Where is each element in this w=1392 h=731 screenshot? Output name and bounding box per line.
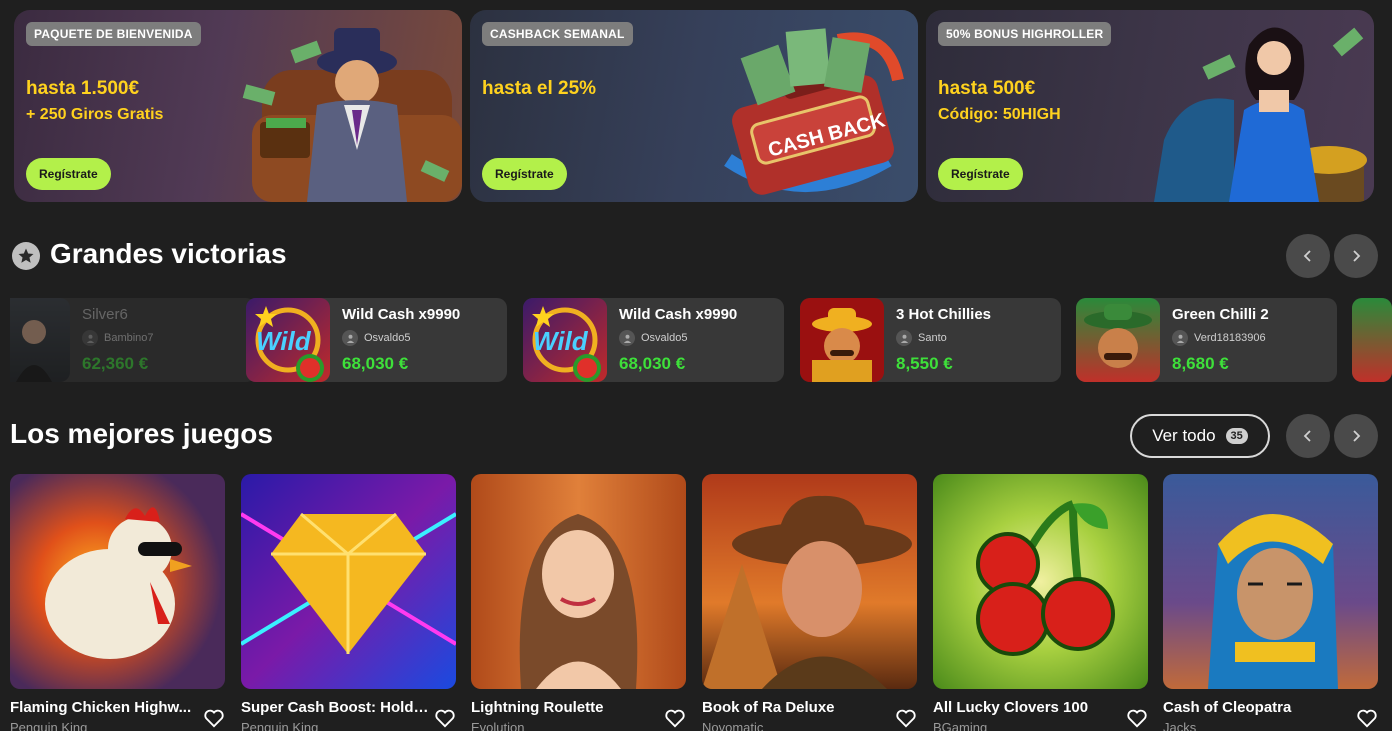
heart-icon[interactable] bbox=[1356, 708, 1378, 728]
game-image bbox=[702, 474, 917, 689]
promo-highroller[interactable]: 50% BONUS HIGHROLLER hasta 500€ Código: … bbox=[926, 10, 1374, 202]
promo-tag: PAQUETE DE BIENVENIDA bbox=[26, 22, 201, 46]
section-title-top-games: Los mejores juegos bbox=[10, 418, 273, 449]
lady-illustration bbox=[1154, 27, 1367, 202]
promo-banners: PAQUETE DE BIENVENIDA hasta 1.500€ + 250… bbox=[14, 10, 1374, 202]
chevron-right-icon bbox=[1353, 250, 1361, 262]
win-game-name: Silver6 bbox=[82, 306, 128, 323]
win-card[interactable]: Wild Wild Cash x9990 Osvaldo5 68,030 € bbox=[523, 298, 784, 382]
user-icon bbox=[82, 330, 98, 346]
game-provider: Evolution bbox=[471, 720, 525, 731]
user-icon bbox=[1172, 330, 1188, 346]
top-games-grid: Flaming Chicken Highw... Penguin King Su… bbox=[10, 474, 1392, 731]
promo-subline: Código: 50HIGH bbox=[938, 106, 1061, 123]
game-title: All Lucky Clovers 100 bbox=[933, 699, 1089, 716]
win-amount: 8,550 € bbox=[896, 354, 953, 373]
game-image bbox=[471, 474, 686, 689]
heart-icon[interactable] bbox=[895, 708, 917, 728]
wins-prev-button[interactable] bbox=[1286, 234, 1330, 278]
promo-headline: hasta el 25% bbox=[482, 78, 597, 99]
win-amount: 68,030 € bbox=[619, 354, 686, 373]
win-card-partial[interactable] bbox=[1352, 298, 1392, 382]
svg-text:Wild: Wild bbox=[533, 326, 589, 356]
win-card[interactable]: Wild Wild Cash x9990 Osvaldo5 68,030 € bbox=[246, 298, 507, 382]
games-count-badge: 35 bbox=[1225, 428, 1248, 444]
section-title-big-wins: Grandes victorias bbox=[50, 238, 287, 269]
win-amount: 8,680 € bbox=[1172, 354, 1229, 373]
win-amount: 62,360 € bbox=[82, 354, 149, 373]
game-title: Flaming Chicken Highw... bbox=[10, 699, 192, 716]
game-title: Book of Ra Deluxe bbox=[702, 699, 835, 716]
game-card[interactable]: Lightning Roulette Evolution bbox=[471, 474, 686, 731]
heart-icon[interactable] bbox=[434, 708, 456, 728]
game-provider: BGaming bbox=[933, 720, 988, 731]
win-username: Santo bbox=[918, 332, 947, 344]
promo-welcome[interactable]: PAQUETE DE BIENVENIDA hasta 1.500€ + 250… bbox=[14, 10, 462, 202]
win-amount: 68,030 € bbox=[342, 354, 409, 373]
game-provider: Novomatic bbox=[702, 720, 764, 731]
win-username: Verd18183906 bbox=[1194, 332, 1266, 344]
promo-headline: hasta 500€ bbox=[938, 78, 1036, 99]
game-thumbnail: Wild bbox=[246, 298, 330, 382]
game-provider: Penguin King bbox=[241, 720, 319, 731]
promo-headline: hasta 1.500€ bbox=[26, 78, 140, 99]
game-title: Lightning Roulette bbox=[471, 699, 604, 716]
mobster-illustration bbox=[242, 28, 462, 202]
game-thumbnail bbox=[1352, 298, 1392, 382]
heart-icon[interactable] bbox=[664, 708, 686, 728]
game-image bbox=[10, 474, 225, 689]
games-prev-button[interactable] bbox=[1286, 414, 1330, 458]
svg-text:Wild: Wild bbox=[256, 326, 312, 356]
user-icon bbox=[896, 330, 912, 346]
user-icon bbox=[619, 330, 635, 346]
view-all-button[interactable]: Ver todo 35 bbox=[1130, 414, 1270, 458]
game-card[interactable]: All Lucky Clovers 100 BGaming bbox=[933, 474, 1148, 731]
win-username: Bambino7 bbox=[104, 332, 154, 344]
star-icon bbox=[12, 242, 40, 270]
game-card[interactable]: Book of Ra Deluxe Novomatic bbox=[702, 474, 917, 731]
game-image bbox=[241, 474, 456, 689]
win-game-name: Wild Cash x9990 bbox=[619, 306, 738, 323]
chevron-left-icon bbox=[1303, 430, 1311, 442]
win-card[interactable]: 3 Hot Chillies Santo 8,550 € bbox=[800, 298, 1061, 382]
game-provider: Penguin King bbox=[10, 720, 88, 731]
register-button[interactable]: Regístrate bbox=[26, 158, 111, 190]
games-next-button[interactable] bbox=[1334, 414, 1378, 458]
win-game-name: Wild Cash x9990 bbox=[342, 306, 461, 323]
game-thumbnail bbox=[1076, 298, 1160, 382]
win-card[interactable]: Silver6 Bambino7 62,360 € bbox=[10, 298, 256, 382]
game-card[interactable]: Flaming Chicken Highw... Penguin King bbox=[10, 474, 225, 731]
wins-next-button[interactable] bbox=[1334, 234, 1378, 278]
game-image bbox=[933, 474, 1148, 689]
game-provider: Jacks bbox=[1163, 720, 1197, 731]
big-wins-carousel: Silver6 Bambino7 62,360 € Wild Wild Cash… bbox=[10, 298, 1392, 382]
promo-tag: 50% BONUS HIGHROLLER bbox=[938, 22, 1112, 46]
register-button[interactable]: Regístrate bbox=[482, 158, 567, 190]
heart-icon[interactable] bbox=[1126, 708, 1148, 728]
win-game-name: 3 Hot Chillies bbox=[896, 306, 992, 323]
casino-page: PAQUETE DE BIENVENIDA hasta 1.500€ + 250… bbox=[0, 0, 1392, 731]
game-card[interactable]: Super Cash Boost: Hold ... Penguin King bbox=[241, 474, 456, 731]
promo-subline: + 250 Giros Gratis bbox=[26, 106, 164, 123]
win-username: Osvaldo5 bbox=[364, 332, 411, 344]
promo-cashback[interactable]: CASH BACK CASHBACK SEMANAL hasta el 25% … bbox=[470, 10, 918, 202]
register-button[interactable]: Regístrate bbox=[938, 158, 1023, 190]
promo-tag: CASHBACK SEMANAL bbox=[482, 22, 633, 46]
cashback-briefcase-illustration: CASH BACK bbox=[724, 28, 904, 195]
game-title: Super Cash Boost: Hold ... bbox=[241, 699, 429, 716]
win-username: Osvaldo5 bbox=[641, 332, 688, 344]
game-title: Cash of Cleopatra bbox=[1163, 699, 1292, 716]
game-image bbox=[1163, 474, 1378, 689]
win-game-name: Green Chilli 2 bbox=[1172, 306, 1269, 323]
user-icon bbox=[342, 330, 358, 346]
chevron-right-icon bbox=[1353, 430, 1361, 442]
heart-icon[interactable] bbox=[203, 708, 225, 728]
game-thumbnail bbox=[10, 298, 70, 382]
win-card[interactable]: Green Chilli 2 Verd18183906 8,680 € bbox=[1076, 298, 1337, 382]
game-thumbnail bbox=[800, 298, 884, 382]
view-all-label: Ver todo bbox=[1152, 426, 1216, 445]
game-thumbnail: Wild bbox=[523, 298, 607, 382]
game-card[interactable]: Cash of Cleopatra Jacks bbox=[1163, 474, 1378, 731]
chevron-left-icon bbox=[1303, 250, 1311, 262]
